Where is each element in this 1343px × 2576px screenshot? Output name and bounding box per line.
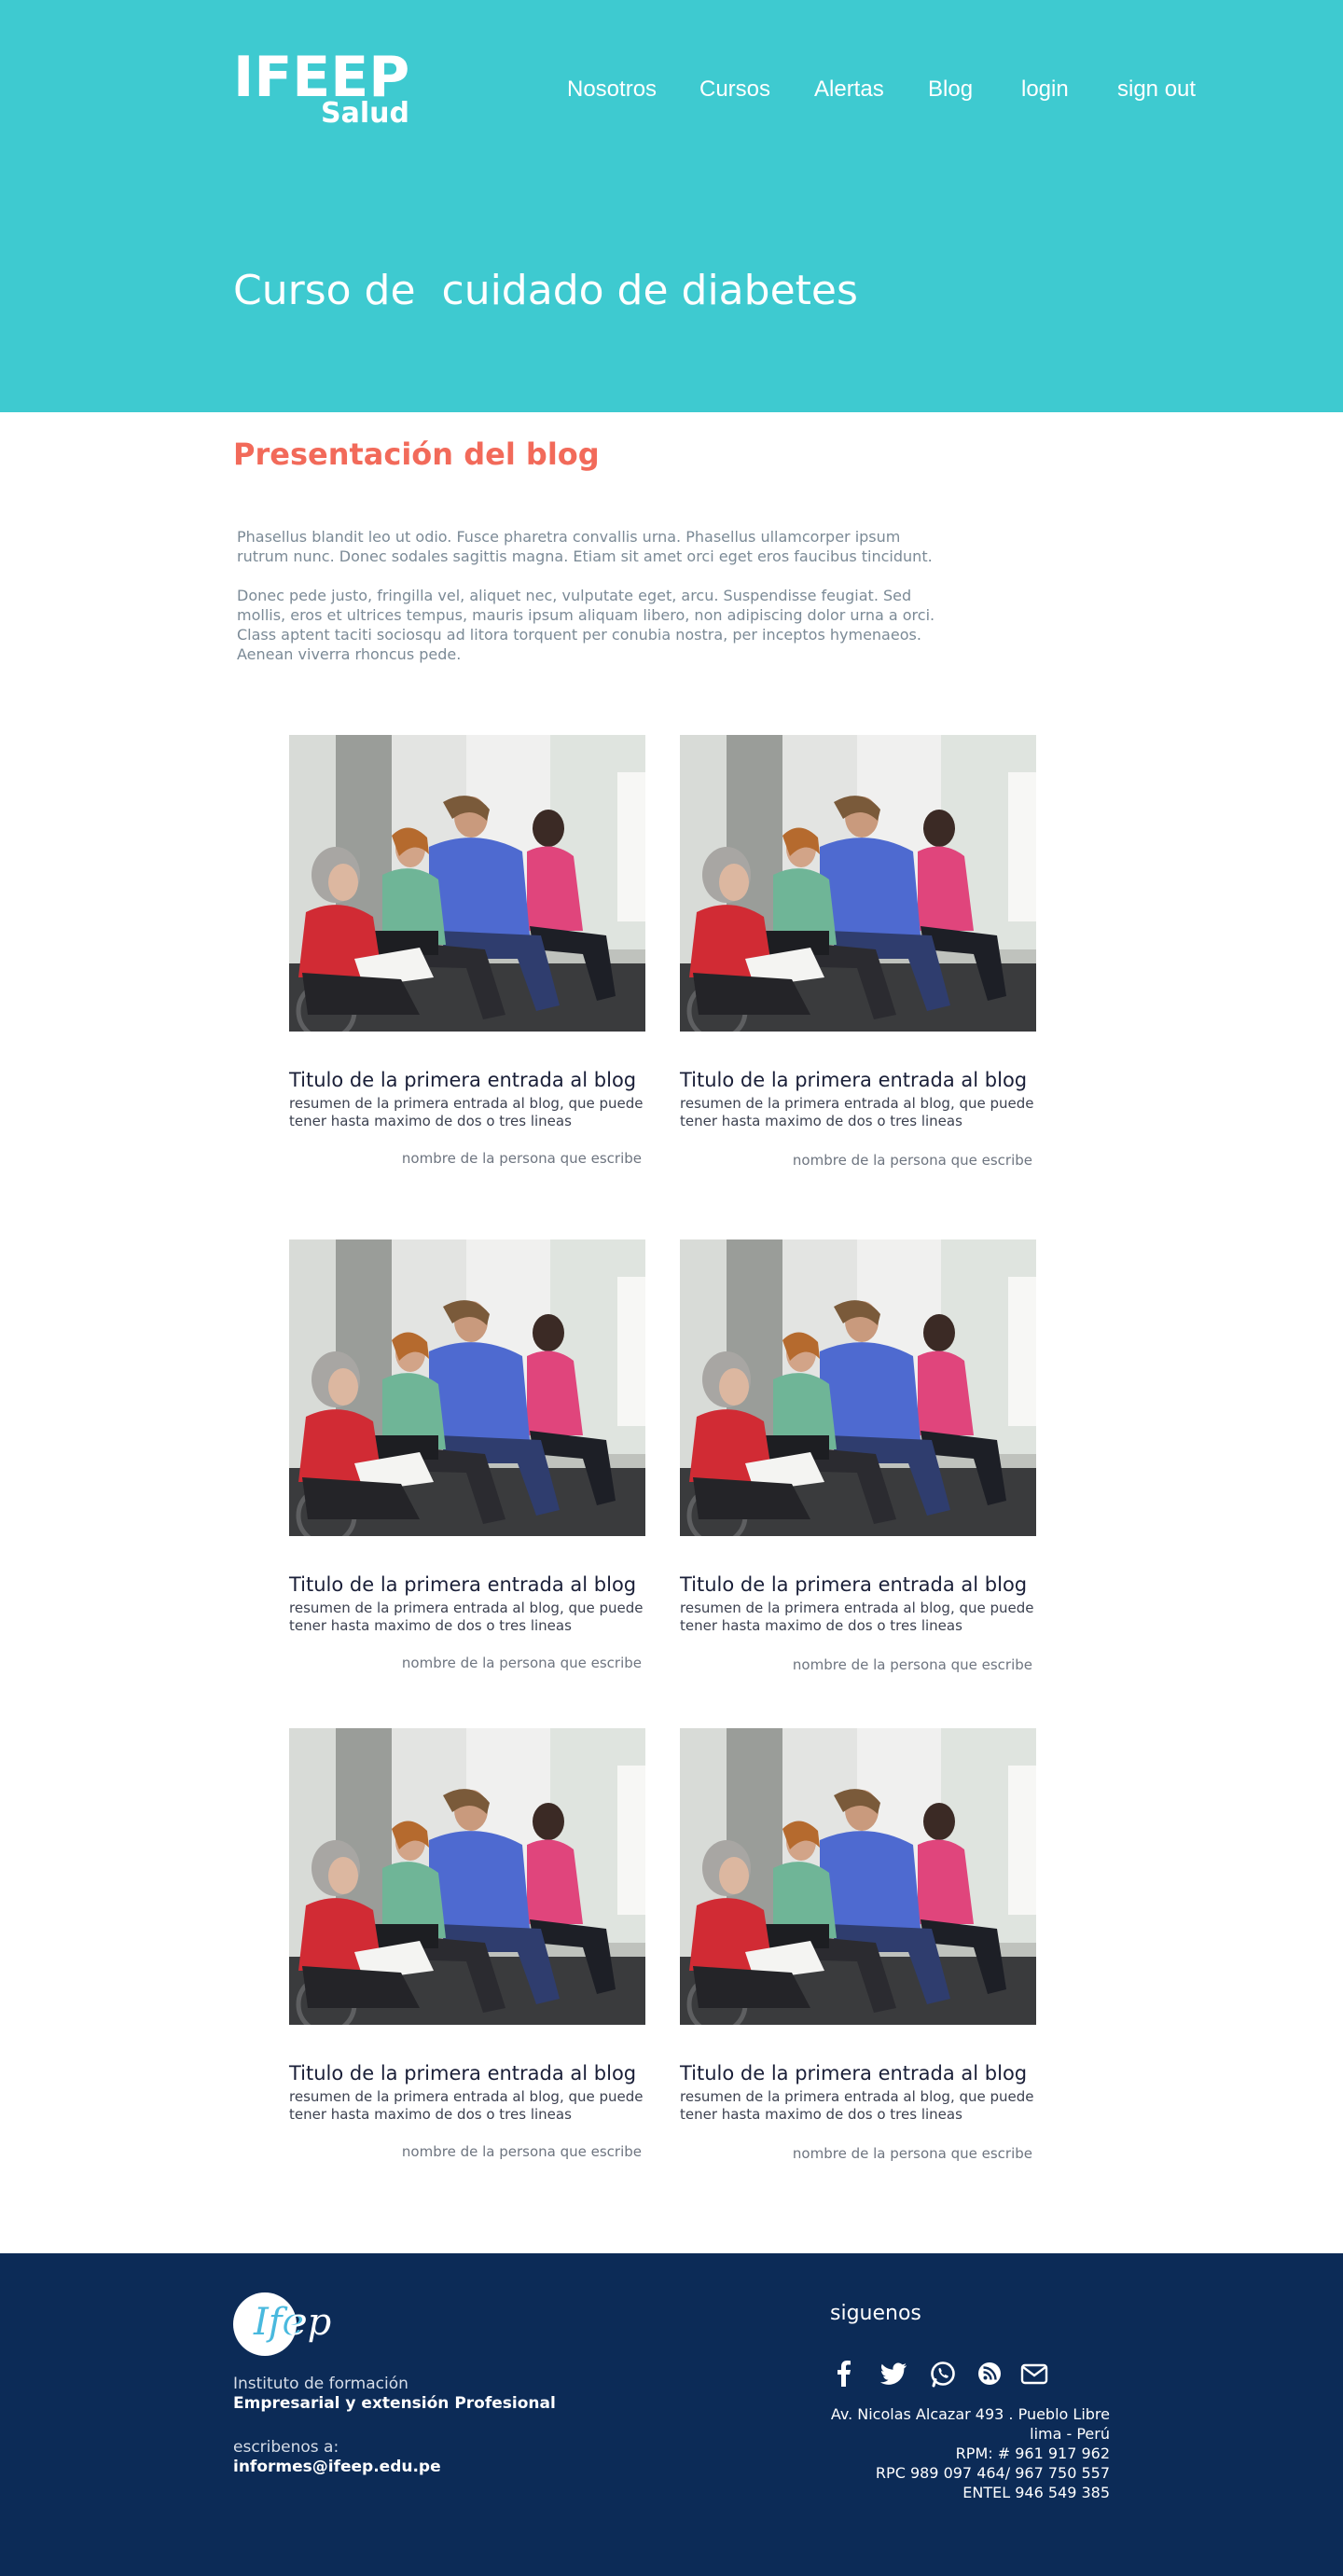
blog-card-summary: resumen de la primera entrada al blog, q…: [680, 2088, 1034, 2123]
nav-alertas[interactable]: Alertas: [814, 73, 884, 106]
intro-paragraph-2: Donec pede justo, fringilla vel, aliquet…: [237, 587, 935, 663]
blog-card-title[interactable]: Titulo de la primera entrada al blog: [289, 1572, 662, 1598]
follow-label: siguenos: [830, 2302, 921, 2325]
nav-nosotros[interactable]: Nosotros: [567, 73, 657, 106]
blog-card-author: nombre de la persona que escribe: [792, 2145, 1032, 2162]
blog-card-summary: resumen de la primera entrada al blog, q…: [680, 1095, 1034, 1129]
intro-paragraph-1: Phasellus blandit leo ut odio. Fusce pha…: [237, 528, 933, 565]
blog-card-2[interactable]: Titulo de la primera entrada al blog res…: [680, 735, 1053, 1183]
blog-card-author: nombre de la persona que escribe: [792, 1152, 1032, 1169]
ifeep-salud-logo[interactable]: IFEEP Salud: [233, 45, 420, 138]
blog-card-5[interactable]: Titulo de la primera entrada al blog res…: [289, 1728, 662, 2176]
email-link[interactable]: informes@ifeep.edu.pe: [233, 2458, 441, 2477]
nav-sign-out[interactable]: sign out: [1117, 73, 1196, 106]
institute-line-2: Empresarial y extensión Profesional: [233, 2394, 556, 2413]
blog-card-author: nombre de la persona que escribe: [401, 1655, 642, 1671]
contact-info: Av. Nicolas Alcazar 493 . Pueblo Libre l…: [831, 2404, 1110, 2502]
write-label: escribenos a:: [233, 2438, 339, 2457]
contact-rpm: RPM: # 961 917 962: [955, 2444, 1110, 2462]
mail-icon[interactable]: [1018, 2358, 1050, 2389]
blog-card-image[interactable]: [680, 735, 1036, 1032]
contact-city: lima - Perú: [1030, 2425, 1110, 2443]
blog-card-1[interactable]: Titulo de la primera entrada al blog res…: [289, 735, 662, 1183]
blog-card-image[interactable]: [289, 735, 645, 1032]
ifeep-footer-logo[interactable]: Ife ep: [233, 2291, 354, 2361]
blog-card-3[interactable]: Titulo de la primera entrada al blog res…: [289, 1240, 662, 1687]
blog-card-author: nombre de la persona que escribe: [792, 1656, 1032, 1673]
twitter-icon[interactable]: [878, 2358, 909, 2389]
logo-text-b: ep: [285, 2301, 332, 2344]
logo-subtitle: Salud: [321, 97, 409, 130]
hero-header: IFEEP Salud Nosotros Cursos Alertas Blog…: [0, 0, 1343, 412]
blog-card-summary: resumen de la primera entrada al blog, q…: [289, 1600, 644, 1634]
blog-card-summary: resumen de la primera entrada al blog, q…: [289, 1095, 644, 1129]
nav-cursos[interactable]: Cursos: [699, 73, 770, 106]
blog-card-title[interactable]: Titulo de la primera entrada al blog: [680, 1572, 1053, 1598]
blog-card-author: nombre de la persona que escribe: [401, 2143, 642, 2160]
blog-card-title[interactable]: Titulo de la primera entrada al blog: [680, 1067, 1053, 1093]
nav-login[interactable]: login: [1021, 73, 1069, 106]
site-footer: Ife ep Instituto de formación Empresaria…: [0, 2253, 1343, 2576]
facebook-icon[interactable]: [828, 2358, 860, 2389]
section-heading: Presentación del blog: [233, 436, 600, 472]
blog-card-title[interactable]: Titulo de la primera entrada al blog: [289, 2060, 662, 2086]
intro-text: Phasellus blandit leo ut odio. Fusce pha…: [237, 527, 946, 684]
contact-entel: ENTEL 946 549 385: [962, 2484, 1110, 2501]
blog-card-image[interactable]: [289, 1240, 645, 1536]
blog-card-image[interactable]: [680, 1240, 1036, 1536]
blog-card-summary: resumen de la primera entrada al blog, q…: [680, 1600, 1034, 1634]
whatsapp-icon[interactable]: [927, 2358, 959, 2389]
contact-address: Av. Nicolas Alcazar 493 . Pueblo Libre: [830, 2405, 1110, 2423]
blog-card-title[interactable]: Titulo de la primera entrada al blog: [680, 2060, 1053, 2086]
blog-card-6[interactable]: Titulo de la primera entrada al blog res…: [680, 1728, 1053, 2176]
blog-card-image[interactable]: [289, 1728, 645, 2025]
contact-rpc: RPC 989 097 464/ 967 750 557: [875, 2464, 1110, 2482]
blog-card-title[interactable]: Titulo de la primera entrada al blog: [289, 1067, 662, 1093]
institute-line-1: Instituto de formación: [233, 2375, 408, 2393]
blog-card-summary: resumen de la primera entrada al blog, q…: [289, 2088, 644, 2123]
blog-card-4[interactable]: Titulo de la primera entrada al blog res…: [680, 1240, 1053, 1687]
rss-icon[interactable]: [974, 2358, 1005, 2389]
blog-card-image[interactable]: [680, 1728, 1036, 2025]
page-title: Curso de cuidado de diabetes: [233, 267, 858, 314]
blog-card-author: nombre de la persona que escribe: [401, 1150, 642, 1167]
nav-blog[interactable]: Blog: [928, 73, 973, 106]
